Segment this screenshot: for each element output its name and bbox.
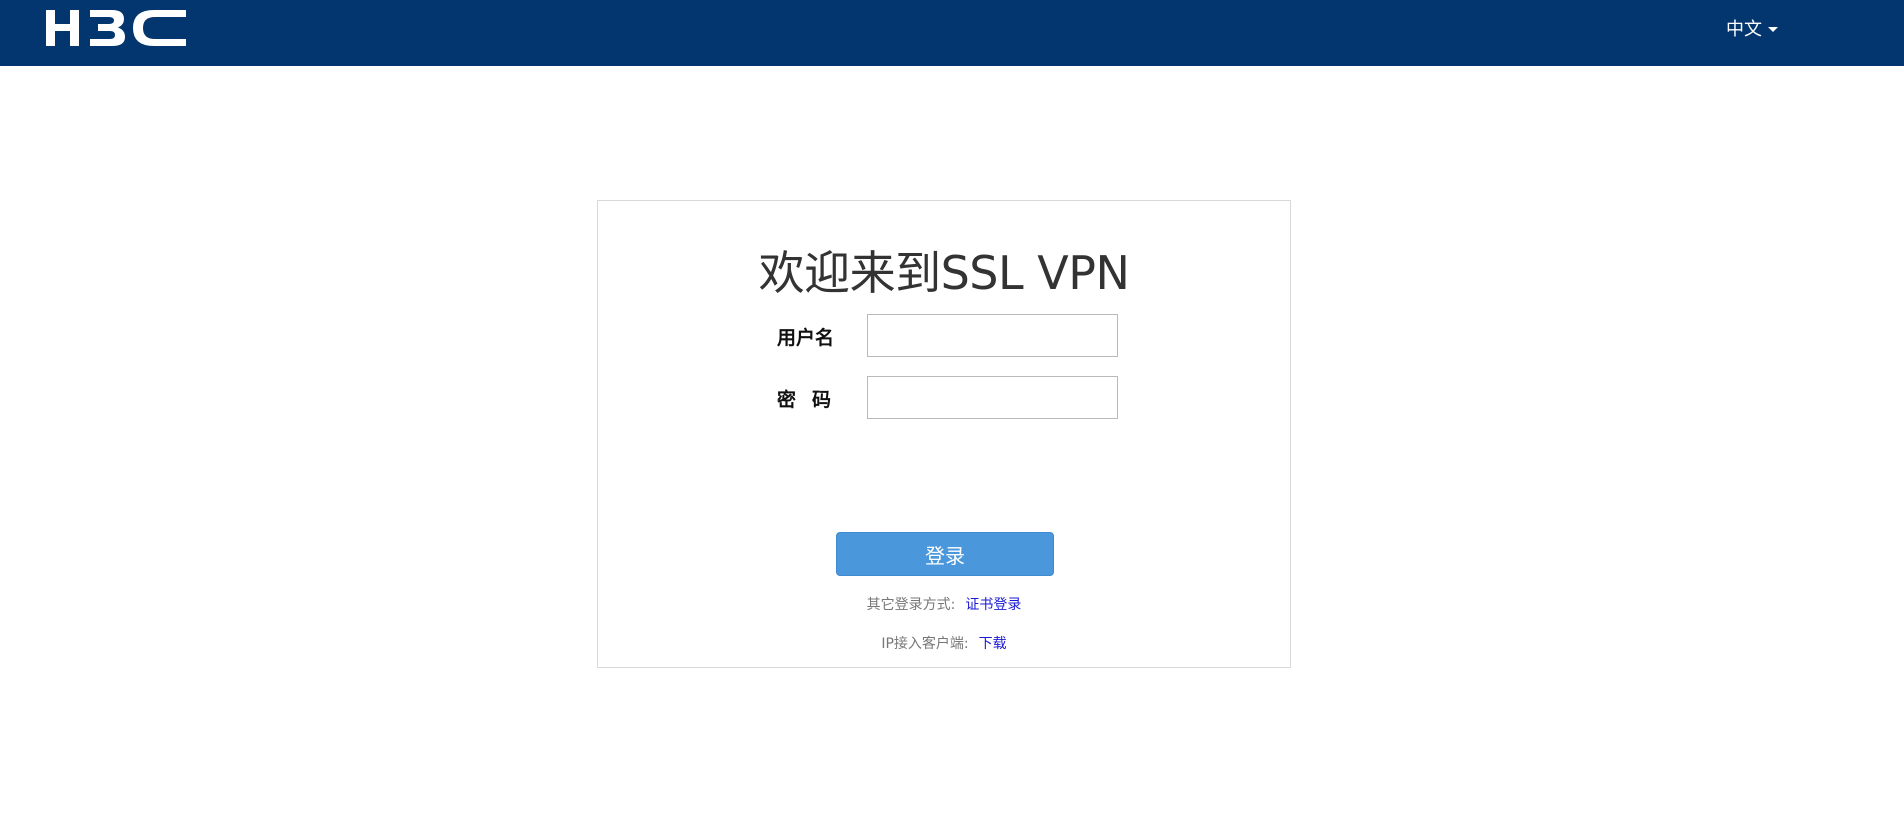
login-panel: 欢迎来到SSL VPN 用户名 密码 登录 其它登录方式: 证书登录 IP接入客户… <box>597 200 1291 668</box>
language-label: 中文 <box>1726 19 1762 40</box>
login-button[interactable]: 登录 <box>836 532 1054 576</box>
ip-client-row: IP接入客户端: 下载 <box>598 633 1290 653</box>
download-client-link[interactable]: 下载 <box>979 636 1007 652</box>
alt-login-prefix: 其它登录方式: <box>866 597 956 613</box>
certificate-login-link[interactable]: 证书登录 <box>965 597 1021 613</box>
ip-client-prefix: IP接入客户端: <box>881 636 969 652</box>
language-selector[interactable]: 中文 <box>1726 14 1778 42</box>
username-label: 用户名 <box>777 327 835 349</box>
username-input[interactable] <box>867 314 1118 357</box>
alt-login-row: 其它登录方式: 证书登录 <box>598 594 1290 614</box>
password-label: 密码 <box>777 389 848 411</box>
password-input[interactable] <box>867 376 1118 419</box>
top-nav-bar: 中文 <box>0 0 1904 66</box>
page-title: 欢迎来到SSL VPN <box>758 246 1130 300</box>
caret-down-icon <box>1768 26 1778 32</box>
h3c-logo <box>46 10 186 46</box>
